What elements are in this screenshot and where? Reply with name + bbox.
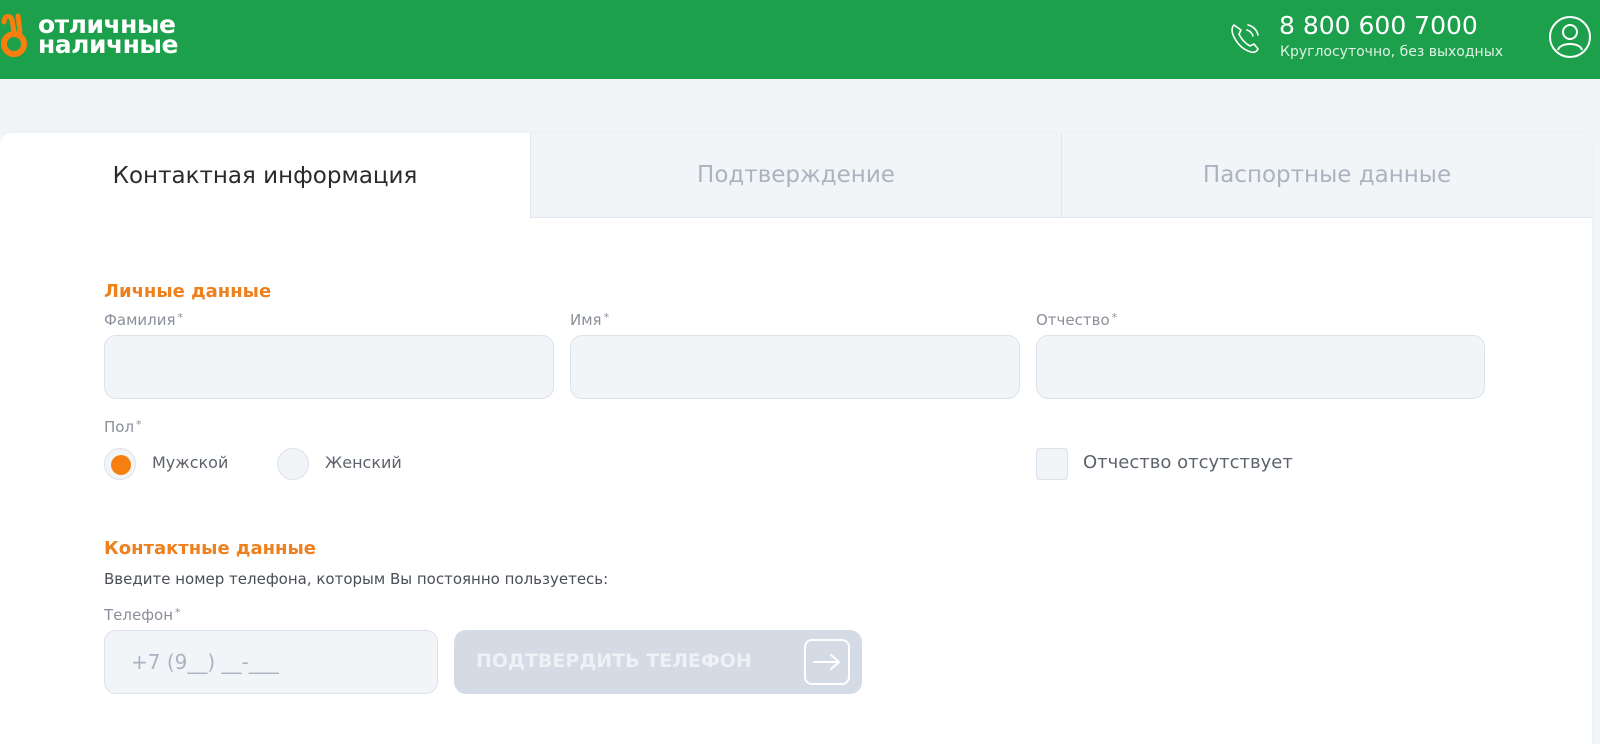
gender-female-radio[interactable]: [277, 448, 309, 480]
arrow-right-icon: [804, 639, 850, 685]
gender-label-text: Пол: [104, 418, 135, 436]
patronymic-label: Отчество *: [1036, 311, 1117, 329]
phone-label-text: Телефон: [104, 606, 174, 624]
phone-icon: [1231, 24, 1259, 54]
required-mark: *: [177, 311, 184, 324]
patronymic-label-text: Отчество: [1036, 311, 1110, 329]
surname-label: Фамилия *: [104, 311, 183, 329]
confirm-phone-label: ПОДТВЕРДИТЬ ТЕЛЕФОН: [476, 650, 752, 672]
surname-input[interactable]: [104, 335, 554, 399]
name-label: Имя *: [570, 311, 609, 329]
form-steps-tabs: Контактная информация Подтверждение Пасп…: [0, 133, 1592, 218]
logo-line-2: наличные: [38, 30, 178, 59]
application-form-card: Контактная информация Подтверждение Пасп…: [0, 133, 1592, 744]
tab-passport-data[interactable]: Паспортные данные: [1061, 133, 1592, 218]
surname-label-text: Фамилия: [104, 311, 176, 329]
contact-data-title: Контактные данные: [104, 538, 316, 559]
name-label-text: Имя: [570, 311, 602, 329]
gender-male-radio[interactable]: [104, 448, 136, 480]
confirm-phone-button[interactable]: ПОДТВЕРДИТЬ ТЕЛЕФОН: [454, 630, 862, 694]
required-mark: *: [603, 311, 610, 324]
required-mark: *: [1111, 311, 1118, 324]
phone-hint: Введите номер телефона, которым Вы посто…: [104, 570, 609, 588]
phone-label: Телефон *: [104, 606, 181, 624]
patronymic-input[interactable]: [1036, 335, 1485, 399]
gender-female-label[interactable]: Женский: [325, 453, 402, 472]
no-patronymic-checkbox[interactable]: [1036, 448, 1068, 480]
name-input[interactable]: [570, 335, 1020, 399]
logo[interactable]: отличные наличные: [0, 10, 178, 60]
required-mark: *: [136, 418, 142, 431]
tab-confirmation[interactable]: Подтверждение: [530, 133, 1061, 218]
gender-label: Пол *: [104, 418, 142, 436]
phone-input[interactable]: [104, 630, 438, 694]
tab-contact-info[interactable]: Контактная информация: [0, 133, 530, 218]
logo-text: отличные наличные: [38, 12, 178, 59]
ok-hand-logo-icon: [1, 13, 27, 57]
no-patronymic-label[interactable]: Отчество отсутствует: [1083, 452, 1293, 473]
hotline-schedule: Круглосуточно, без выходных: [1280, 44, 1504, 60]
user-account-icon[interactable]: [1548, 15, 1592, 59]
gender-male-label[interactable]: Мужской: [152, 453, 228, 472]
required-mark: *: [175, 606, 181, 619]
top-header: отличные наличные 8 800 600 7000 Круглос…: [0, 0, 1600, 79]
hotline-phone-number[interactable]: 8 800 600 7000: [1279, 11, 1478, 40]
personal-data-title: Личные данные: [104, 281, 272, 302]
arrow-right-glyph: [813, 654, 840, 670]
